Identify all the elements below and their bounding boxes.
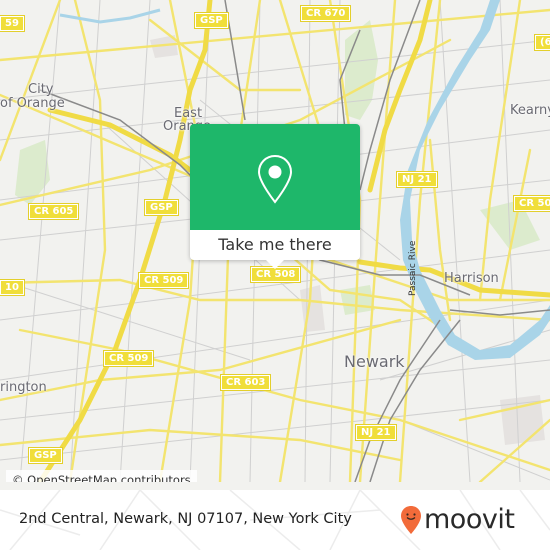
road-shield-gsp: GSP	[194, 12, 229, 29]
place-label-kearny: Kearny	[510, 103, 550, 118]
popup-pointer	[266, 260, 284, 269]
moovit-logo[interactable]: moovit	[400, 502, 515, 538]
place-label-harrison: Harrison	[444, 271, 499, 286]
address-text: 2nd Central, Newark, NJ 07107, New York …	[19, 511, 352, 527]
map-attribution[interactable]: © OpenStreetMap contributors	[6, 470, 197, 482]
place-label-city-of-orange: City	[28, 82, 54, 97]
road-shield-cr-59: 59	[0, 15, 25, 32]
road-shield-cr-6-right: (6	[534, 34, 550, 51]
place-label-newark: Newark	[344, 352, 405, 371]
location-popup: Take me there	[190, 124, 360, 269]
road-shield-cr-670: CR 670	[299, 5, 352, 22]
road-shield-cr-508: CR 508	[249, 266, 302, 283]
place-label-city-of-orange-line2: of Orange	[0, 96, 65, 111]
road-shield-cr-605: CR 605	[27, 203, 80, 220]
road-shield-cr-10: 10	[0, 279, 25, 296]
road-shield-cr-603: CR 603	[219, 374, 272, 391]
road-shield-cr-508-right: CR 50	[512, 195, 550, 212]
map-canvas[interactable]: City of Orange East Orange Kearny Harris…	[0, 0, 550, 482]
moovit-wordmark: moovit	[424, 504, 515, 535]
river-label-passaic: Passaic Rive	[408, 240, 418, 296]
road-shield-gsp-south: GSP	[28, 447, 63, 464]
map-pin-icon	[257, 154, 293, 204]
place-label-irvington: rington	[0, 380, 47, 395]
road-shield-cr-509-south: CR 509	[102, 350, 155, 367]
road-shield-cr-509: CR 509	[137, 272, 190, 289]
footer-bar: 2nd Central, Newark, NJ 07107, New York …	[0, 490, 550, 550]
road-shield-nj-21: NJ 21	[396, 171, 438, 188]
moovit-pin-icon	[401, 506, 421, 534]
road-shield-nj-21-south: NJ 21	[355, 424, 397, 441]
road-shield-gsp-mid: GSP	[144, 199, 179, 216]
popup-header	[190, 124, 360, 230]
take-me-there-button[interactable]: Take me there	[190, 230, 360, 260]
